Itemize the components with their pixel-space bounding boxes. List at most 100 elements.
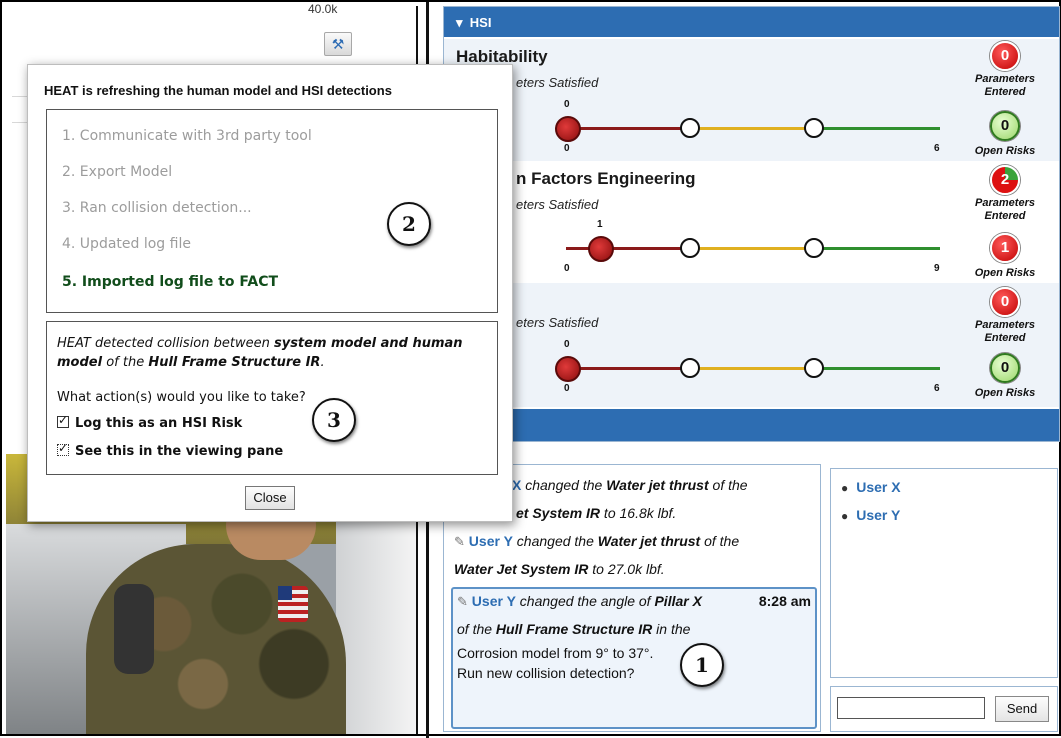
feed-item-line: ✎ User Y changed the angle of Pillar X: [457, 593, 702, 609]
hsi-header[interactable]: ▾ HSI: [444, 7, 1059, 37]
dialog-title: HEAT is refreshing the human model and H…: [44, 83, 392, 98]
feed-item-line: et System IR to 16.8k lbf.: [516, 505, 677, 521]
min-value: 0: [564, 383, 570, 394]
progress-node: [804, 358, 824, 378]
cockpit-panel-image: [336, 494, 416, 734]
parameters-entered-badge[interactable]: 2: [990, 165, 1020, 195]
detection-box: HEAT detected collision between system m…: [46, 321, 498, 475]
chat-input[interactable]: [837, 697, 985, 719]
feed-item-line: Corrosion model from 9° to 37°.: [457, 645, 654, 661]
person-icon: ●: [841, 509, 849, 523]
progress-track-red: [568, 127, 692, 130]
send-button[interactable]: Send: [995, 696, 1049, 722]
pencil-icon: ✎: [454, 534, 465, 549]
progress-node: [804, 118, 824, 138]
action-question: What action(s) would you like to take?: [57, 390, 306, 405]
parameters-entered-badge[interactable]: 0: [990, 41, 1020, 71]
current-value: 1: [597, 219, 603, 230]
app-frame: 40.0k ⚒ ▾ HSI Habitability eters Satisfi…: [0, 0, 1061, 738]
run-collision-detection-link[interactable]: Run new collision detection?: [457, 665, 634, 681]
close-button[interactable]: Close: [245, 486, 295, 510]
collapsed-section-header[interactable]: ty: [444, 409, 1059, 441]
progress-node: [680, 238, 700, 258]
section-subtitle: eters Satisfied: [516, 197, 599, 212]
section-title: n Factors Engineering: [516, 169, 696, 188]
hsi-header-label: HSI: [469, 15, 492, 30]
heat-refresh-dialog: HEAT is refreshing the human model and H…: [27, 64, 513, 522]
feed-item-line: Water Jet System IR to 27.0k lbf.: [454, 561, 665, 577]
progress-node: [680, 118, 700, 138]
progress-steps-box: 1. Communicate with 3rd party tool 2. Ex…: [46, 109, 498, 313]
feed-user-link[interactable]: User Y: [469, 533, 513, 549]
feed-user-link[interactable]: User Y: [472, 593, 516, 609]
checkbox-checked-icon[interactable]: [57, 441, 69, 456]
progress-node: [804, 238, 824, 258]
progress-track-green: [816, 247, 940, 250]
top-value-text: 40.0k: [308, 2, 338, 16]
joystick-image: [114, 584, 154, 674]
progress-node: [680, 358, 700, 378]
min-value: 0: [564, 263, 570, 274]
step-item: 3. Ran collision detection...: [62, 200, 252, 216]
progress-track-red: [568, 367, 692, 370]
feed-item-line: ✎ User Y changed the Water jet thrust of…: [454, 533, 740, 549]
current-value: 0: [564, 99, 570, 110]
parameters-entered-badge[interactable]: 0: [990, 287, 1020, 317]
detection-message: HEAT detected collision between system m…: [57, 336, 463, 370]
open-risks-label: Open Risks: [974, 387, 1036, 399]
callout-marker-3: 3: [312, 398, 356, 442]
parameters-entered-label: Parameters Entered: [975, 319, 1035, 344]
see-in-viewing-pane-checkbox[interactable]: See this in the viewing pane: [57, 441, 283, 459]
hsi-section-habitability: Habitability eters Satisfied 0 0 6 0 Par…: [444, 39, 1059, 161]
max-value: 6: [934, 143, 940, 154]
callout-marker-1: 1: [680, 643, 724, 687]
callout-marker-2: 2: [387, 202, 431, 246]
hsi-section-third: eters Satisfied 0 0 6 0 Parameters Entere…: [444, 283, 1059, 407]
feed-item-highlighted[interactable]: ✎ User Y changed the angle of Pillar X 8…: [451, 587, 817, 729]
progress-node-current: [555, 356, 581, 382]
feed-item-line: of the Hull Frame Structure IR in the: [457, 621, 691, 637]
person-icon: ●: [841, 481, 849, 495]
progress-node-current: [555, 116, 581, 142]
tools-icon-button[interactable]: ⚒: [324, 32, 352, 56]
open-risks-label: Open Risks: [974, 267, 1036, 279]
open-risks-label: Open Risks: [974, 145, 1036, 157]
flag-patch-image: [278, 586, 308, 622]
feed-timestamp: 8:28 am: [758, 593, 811, 609]
user-list-item[interactable]: ● User X: [841, 479, 901, 495]
open-risks-badge[interactable]: 0: [990, 111, 1020, 141]
progress-track-green: [816, 127, 940, 130]
progress-track-green: [816, 367, 940, 370]
max-value: 9: [934, 263, 940, 274]
section-subtitle: eters Satisfied: [516, 315, 599, 330]
progress-track-red: [566, 247, 692, 250]
feed-user-link[interactable]: X: [512, 477, 521, 493]
max-value: 6: [934, 383, 940, 394]
log-hsi-risk-checkbox[interactable]: Log this as an HSI Risk: [57, 413, 242, 431]
parameters-entered-label: Parameters Entered: [975, 197, 1035, 222]
user-list-item[interactable]: ● User Y: [841, 507, 900, 523]
progress-track-yellow: [692, 367, 816, 370]
step-item: 4. Updated log file: [62, 236, 191, 252]
step-item: 1. Communicate with 3rd party tool: [62, 128, 312, 144]
parameters-entered-label: Parameters Entered: [975, 73, 1035, 98]
chat-box: Send: [830, 686, 1058, 732]
progress-track-yellow: [692, 247, 816, 250]
open-risks-badge[interactable]: 0: [990, 353, 1020, 383]
step-item-current: 5. Imported log file to FACT: [62, 274, 279, 290]
min-value: 0: [564, 143, 570, 154]
hsi-panel: ▾ HSI Habitability eters Satisfied 0 0 6…: [443, 6, 1060, 442]
step-item: 2. Export Model: [62, 164, 173, 180]
progress-track-yellow: [692, 127, 816, 130]
section-subtitle: eters Satisfied: [516, 75, 599, 90]
current-value: 0: [564, 339, 570, 350]
feed-item-line: X changed the Water jet thrust of the: [512, 477, 748, 493]
pencil-icon: ✎: [457, 594, 468, 609]
tools-icon: ⚒: [331, 36, 345, 52]
collapse-triangle-icon: ▾: [456, 15, 463, 30]
progress-node-current: [588, 236, 614, 262]
open-risks-badge[interactable]: 1: [990, 233, 1020, 263]
checkbox-checked-icon[interactable]: [57, 413, 69, 428]
users-list: ● User X ● User Y: [830, 468, 1058, 678]
hsi-section-human-factors: n Factors Engineering eters Satisfied 1 …: [444, 163, 1059, 281]
